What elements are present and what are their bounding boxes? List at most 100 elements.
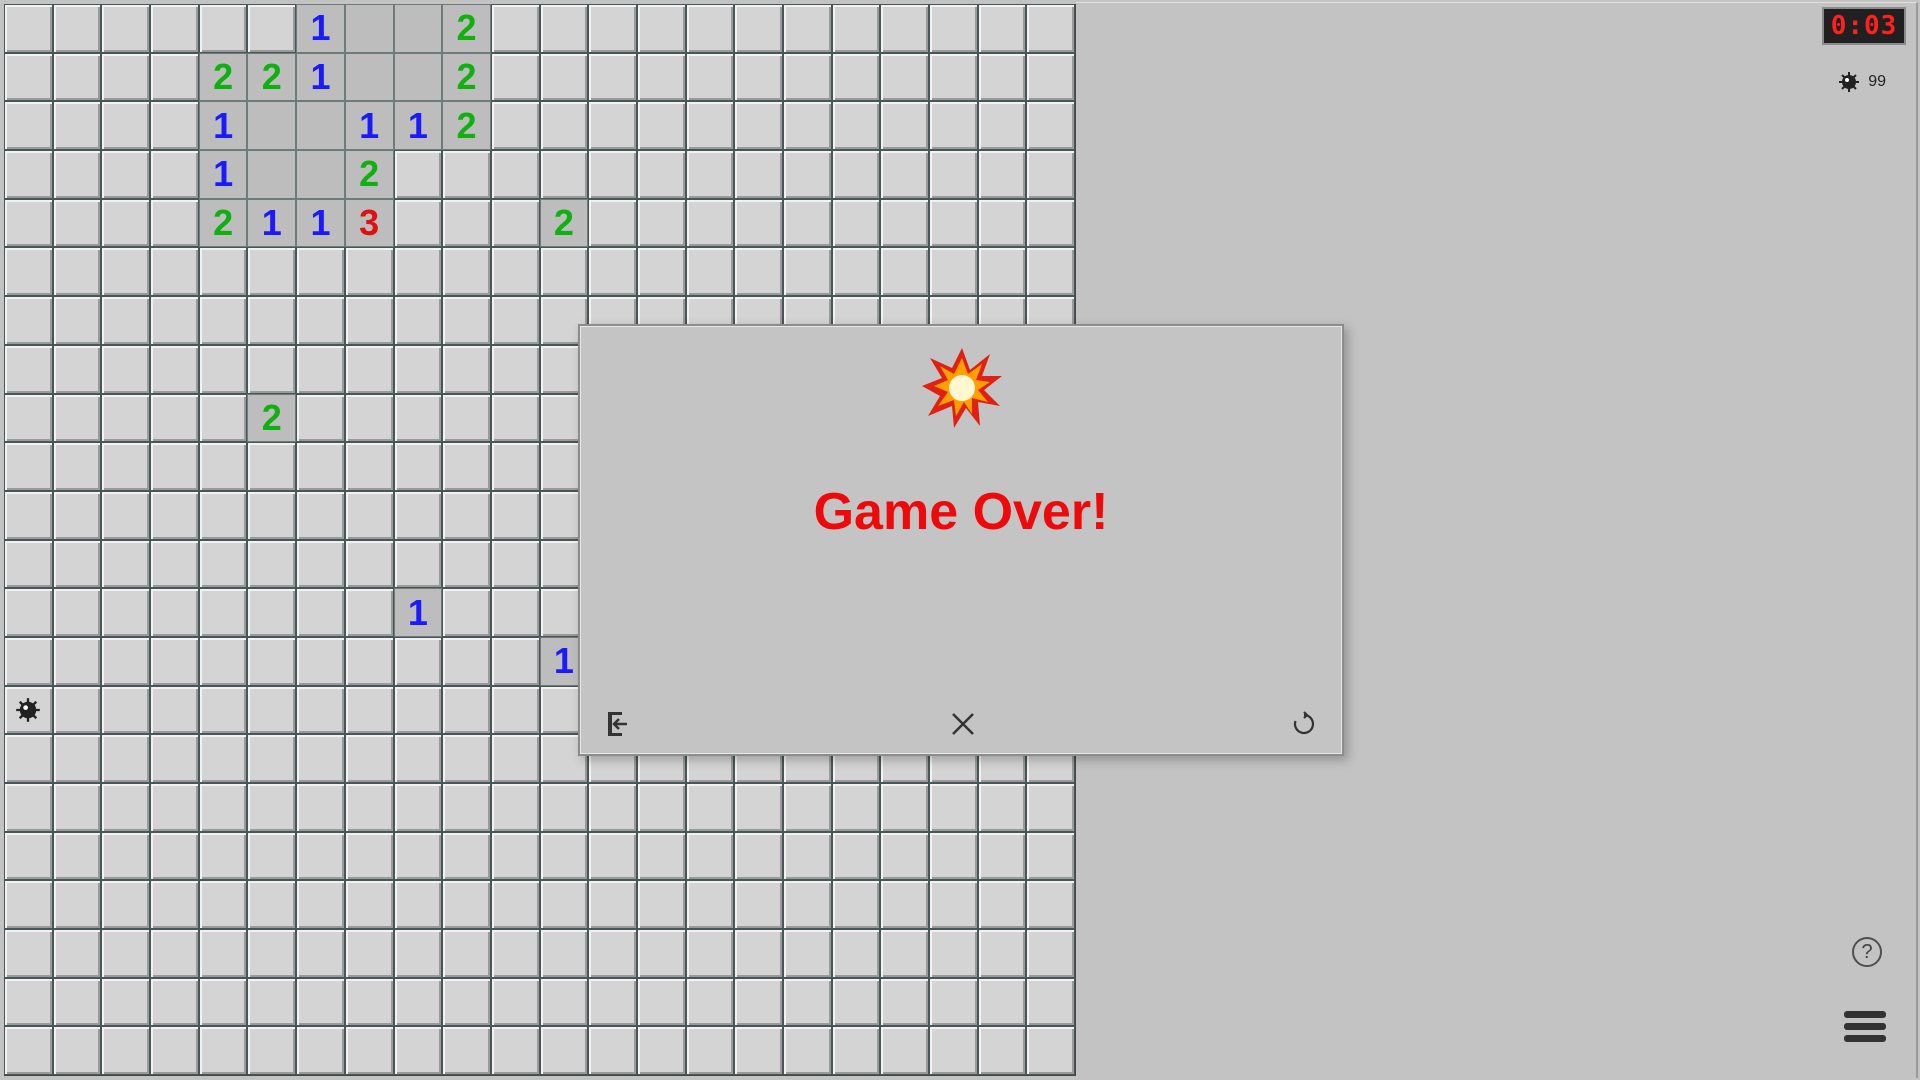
hidden-cell[interactable] xyxy=(198,393,248,443)
hidden-cell[interactable] xyxy=(296,685,345,735)
hidden-cell[interactable] xyxy=(1026,4,1076,53)
hidden-cell[interactable] xyxy=(296,977,345,1027)
hidden-cell[interactable] xyxy=(52,1026,102,1076)
hidden-cell[interactable] xyxy=(150,52,199,102)
hidden-cell[interactable] xyxy=(4,101,53,151)
hidden-cell[interactable] xyxy=(296,1026,345,1076)
hidden-cell[interactable] xyxy=(442,150,491,199)
hidden-cell[interactable] xyxy=(977,198,1027,248)
hidden-cell[interactable] xyxy=(783,880,832,930)
hidden-cell[interactable] xyxy=(344,344,394,394)
hidden-cell[interactable] xyxy=(929,929,978,978)
hidden-cell[interactable] xyxy=(52,52,102,102)
revealed-cell[interactable]: 2 xyxy=(198,52,248,102)
revealed-cell[interactable]: 2 xyxy=(539,198,589,248)
hidden-cell[interactable] xyxy=(101,880,151,930)
hidden-cell[interactable] xyxy=(734,880,783,930)
revealed-cell[interactable]: 2 xyxy=(247,393,297,443)
hidden-cell[interactable] xyxy=(442,344,491,394)
hidden-cell[interactable] xyxy=(442,442,491,491)
hidden-cell[interactable] xyxy=(490,52,540,102)
hidden-cell[interactable] xyxy=(685,977,735,1027)
hidden-cell[interactable] xyxy=(52,296,102,345)
revealed-cell[interactable]: 2 xyxy=(247,52,297,102)
hidden-cell[interactable] xyxy=(929,831,978,881)
hidden-cell[interactable] xyxy=(636,101,686,151)
hidden-cell[interactable] xyxy=(101,296,151,345)
hidden-cell[interactable] xyxy=(52,636,102,686)
hidden-cell[interactable] xyxy=(52,442,102,491)
hidden-cell[interactable] xyxy=(929,198,978,248)
hidden-cell[interactable] xyxy=(52,539,102,589)
hidden-cell[interactable] xyxy=(393,783,443,832)
hidden-cell[interactable] xyxy=(880,831,930,881)
hidden-cell[interactable] xyxy=(150,929,199,978)
hidden-cell[interactable] xyxy=(4,442,53,491)
hidden-cell[interactable] xyxy=(490,393,540,443)
hidden-cell[interactable] xyxy=(393,734,443,783)
hidden-cell[interactable] xyxy=(588,101,637,151)
revealed-cell[interactable]: 1 xyxy=(296,198,345,248)
hidden-cell[interactable] xyxy=(101,783,151,832)
hidden-cell[interactable] xyxy=(52,880,102,930)
hidden-cell[interactable] xyxy=(977,977,1027,1027)
hidden-cell[interactable] xyxy=(831,783,881,832)
hidden-cell[interactable] xyxy=(4,198,53,248)
hidden-cell[interactable] xyxy=(685,101,735,151)
hidden-cell[interactable] xyxy=(4,393,53,443)
hidden-cell[interactable] xyxy=(1026,929,1076,978)
hidden-cell[interactable] xyxy=(150,150,199,199)
hidden-cell[interactable] xyxy=(247,880,297,930)
hidden-cell[interactable] xyxy=(490,296,540,345)
hidden-cell[interactable] xyxy=(636,977,686,1027)
hidden-cell[interactable] xyxy=(636,831,686,881)
revealed-cell[interactable] xyxy=(393,52,443,102)
hidden-cell[interactable] xyxy=(101,685,151,735)
hidden-cell[interactable] xyxy=(344,783,394,832)
hidden-cell[interactable] xyxy=(4,247,53,297)
hidden-cell[interactable] xyxy=(4,52,53,102)
hidden-cell[interactable] xyxy=(783,247,832,297)
hidden-cell[interactable] xyxy=(101,636,151,686)
hidden-cell[interactable] xyxy=(150,977,199,1027)
hidden-cell[interactable] xyxy=(831,101,881,151)
hidden-cell[interactable] xyxy=(685,1026,735,1076)
hidden-cell[interactable] xyxy=(977,4,1027,53)
hidden-cell[interactable] xyxy=(588,198,637,248)
revealed-cell[interactable] xyxy=(344,4,394,53)
hidden-cell[interactable] xyxy=(1026,101,1076,151)
hidden-cell[interactable] xyxy=(101,4,151,53)
hidden-cell[interactable] xyxy=(783,198,832,248)
hidden-cell[interactable] xyxy=(52,150,102,199)
hidden-cell[interactable] xyxy=(929,1026,978,1076)
hidden-cell[interactable] xyxy=(52,247,102,297)
hidden-cell[interactable] xyxy=(783,831,832,881)
revealed-cell[interactable]: 2 xyxy=(442,101,491,151)
hidden-cell[interactable] xyxy=(685,52,735,102)
hidden-cell[interactable] xyxy=(344,490,394,540)
hidden-cell[interactable] xyxy=(783,4,832,53)
hidden-cell[interactable] xyxy=(393,442,443,491)
hidden-cell[interactable] xyxy=(344,247,394,297)
hidden-cell[interactable] xyxy=(101,247,151,297)
hidden-cell[interactable] xyxy=(101,344,151,394)
hidden-cell[interactable] xyxy=(198,734,248,783)
hidden-cell[interactable] xyxy=(685,150,735,199)
hidden-cell[interactable] xyxy=(490,734,540,783)
hidden-cell[interactable] xyxy=(247,490,297,540)
hidden-cell[interactable] xyxy=(588,783,637,832)
hidden-cell[interactable] xyxy=(1026,880,1076,930)
hidden-cell[interactable] xyxy=(636,247,686,297)
hidden-cell[interactable] xyxy=(4,831,53,881)
revealed-cell[interactable]: 2 xyxy=(442,52,491,102)
hidden-cell[interactable] xyxy=(52,490,102,540)
hidden-cell[interactable] xyxy=(442,880,491,930)
hidden-cell[interactable] xyxy=(247,296,297,345)
hidden-cell[interactable] xyxy=(344,929,394,978)
hidden-cell[interactable] xyxy=(198,783,248,832)
hidden-cell[interactable] xyxy=(442,539,491,589)
hidden-cell[interactable] xyxy=(539,880,589,930)
hidden-cell[interactable] xyxy=(977,1026,1027,1076)
hidden-cell[interactable] xyxy=(539,150,589,199)
hidden-cell[interactable] xyxy=(247,442,297,491)
